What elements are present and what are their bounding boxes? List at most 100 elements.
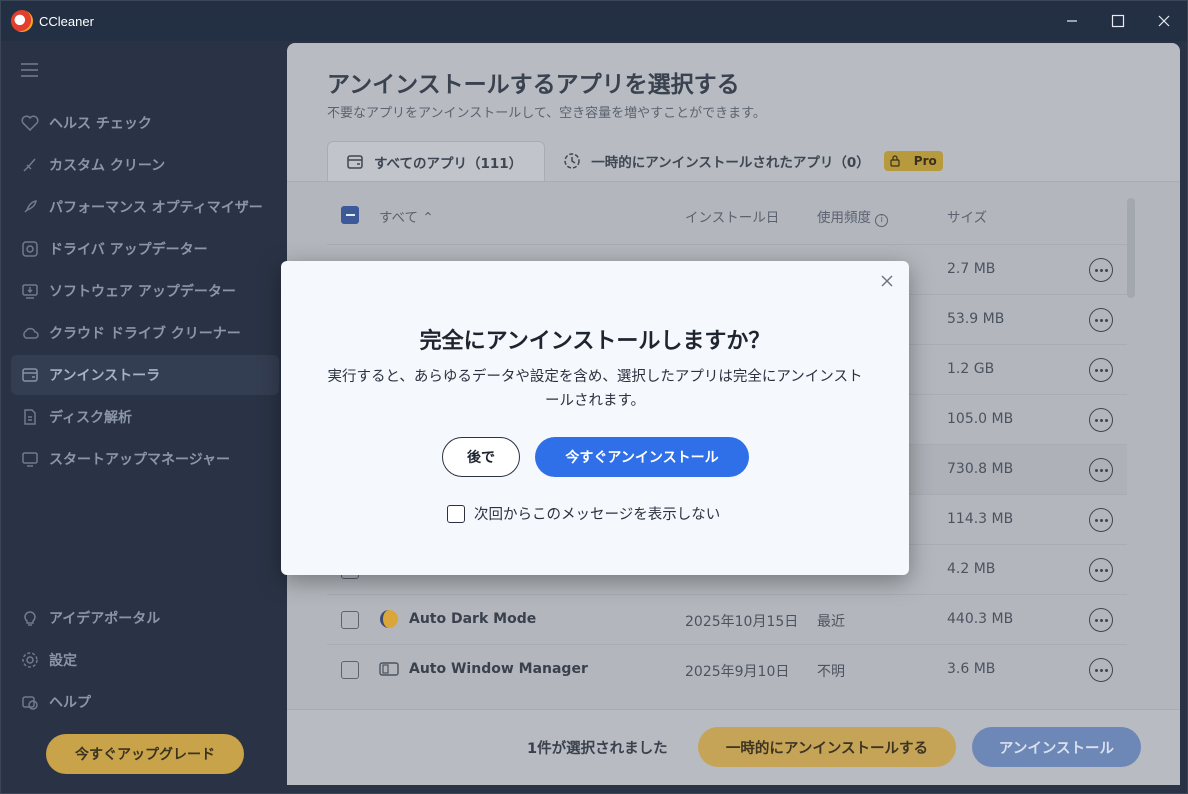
- pro-badge-label: Pro: [913, 154, 937, 168]
- tab-temporarily-uninstalled[interactable]: 一時的にアンインストールされたアプリ（0） Pro: [545, 141, 965, 181]
- sidebar: ヘルス チェック カスタム クリーン パフォーマンス オプティマイザー ドライバ…: [1, 41, 287, 793]
- maximize-button[interactable]: [1095, 1, 1141, 41]
- more-options-button[interactable]: [1089, 408, 1113, 432]
- more-options-button[interactable]: [1089, 258, 1113, 282]
- sidebar-item-label: アイデアポータル: [49, 611, 161, 627]
- temporary-uninstall-button[interactable]: 一時的にアンインストールする: [698, 727, 956, 767]
- table-header: すべて ⌃ インストール日 使用頻度 i サイズ: [327, 196, 1127, 236]
- more-options-button[interactable]: [1089, 308, 1113, 332]
- cloud-icon: [20, 323, 40, 343]
- sidebar-item-label: ディスク解析: [49, 410, 133, 426]
- row-size: 4.2 MB: [947, 561, 996, 577]
- row-checkbox[interactable]: [341, 661, 359, 679]
- close-icon: [881, 275, 893, 287]
- sidebar-item-idea-portal[interactable]: アイデアポータル: [11, 598, 279, 638]
- tab-label: すべてのアプリ（111）: [374, 155, 523, 172]
- sort-asc-icon: ⌃: [422, 210, 434, 226]
- row-size: 730.8 MB: [947, 461, 1014, 477]
- sidebar-bottom-nav: アイデアポータル 設定 ヘルプ: [11, 598, 279, 724]
- row-date: 2025年10月15日: [685, 614, 799, 630]
- sidebar-item-health-check[interactable]: ヘルス チェック: [11, 103, 279, 143]
- list-scrollbar[interactable]: [1127, 198, 1135, 298]
- sidebar-nav: ヘルス チェック カスタム クリーン パフォーマンス オプティマイザー ドライバ…: [11, 103, 279, 481]
- tab-all-apps[interactable]: すべてのアプリ（111）: [327, 141, 546, 181]
- sidebar-item-label: パフォーマンス オプティマイザー: [49, 200, 263, 216]
- close-button[interactable]: [1141, 1, 1187, 41]
- dialog-close-button[interactable]: [879, 273, 895, 289]
- row-size: 3.6 MB: [947, 661, 996, 677]
- sidebar-item-label: スタートアップマネージャー: [49, 452, 231, 468]
- sidebar-item-label: カスタム クリーン: [49, 158, 166, 174]
- sidebar-item-uninstaller[interactable]: アンインストーラ: [11, 355, 279, 395]
- upgrade-button[interactable]: 今すぐアップグレード: [46, 734, 244, 774]
- column-frequency[interactable]: 使用頻度 i: [817, 206, 889, 227]
- title-bar: CCleaner: [1, 1, 1187, 41]
- gear-icon: [20, 650, 40, 670]
- row-size: 2.7 MB: [947, 261, 996, 277]
- pro-badge: Pro: [883, 151, 943, 171]
- row-date: 2025年9月10日: [685, 664, 790, 680]
- close-icon: [1158, 15, 1170, 27]
- menu-icon[interactable]: [21, 63, 38, 81]
- page-title: アンインストールするアプリを選択する: [327, 72, 740, 98]
- row-size: 114.3 MB: [947, 511, 1014, 527]
- sidebar-item-disk-analysis[interactable]: ディスク解析: [11, 397, 279, 437]
- sidebar-item-help[interactable]: ヘルプ: [11, 682, 279, 722]
- sidebar-item-software-updater[interactable]: ソフトウェア アップデーター: [11, 271, 279, 311]
- brush-icon: [20, 155, 40, 175]
- sidebar-item-cloud-drive-cleaner[interactable]: クラウド ドライブ クリーナー: [11, 313, 279, 353]
- sidebar-item-label: ヘルス チェック: [49, 116, 152, 132]
- window-controls: [1049, 1, 1187, 41]
- dialog-message: 実行すると、あらゆるデータや設定を含め、選択したアプリは完全にアンインストールさ…: [327, 369, 863, 409]
- more-options-button[interactable]: [1089, 508, 1113, 532]
- row-name: Auto Window Manager: [409, 661, 588, 677]
- row-size: 440.3 MB: [947, 611, 1014, 627]
- more-options-button[interactable]: [1089, 358, 1113, 382]
- uninstall-now-button[interactable]: 今すぐアンインストール: [535, 437, 749, 477]
- sidebar-item-label: 設定: [49, 653, 77, 669]
- column-install-date[interactable]: インストール日: [685, 206, 779, 226]
- later-button[interactable]: 後で: [442, 437, 520, 477]
- minimize-icon: [1067, 20, 1077, 22]
- column-all[interactable]: すべて ⌃: [379, 206, 434, 226]
- window-title: CCleaner: [39, 13, 94, 29]
- page-subtitle: 不要なアプリをアンインストールして、空き容量を増やすことができます。: [327, 106, 766, 121]
- row-checkbox[interactable]: [341, 611, 359, 629]
- rocket-icon: [20, 197, 40, 217]
- table-row[interactable]: Auto Dark Mode 2025年10月15日 最近 440.3 MB: [327, 594, 1127, 644]
- dont-show-again-checkbox[interactable]: [447, 504, 465, 523]
- more-options-button[interactable]: [1089, 658, 1113, 682]
- column-size[interactable]: サイズ: [947, 206, 987, 226]
- auto-window-manager-app-icon: [379, 662, 399, 676]
- table-row[interactable]: Auto Window Manager 2025年9月10日 不明 3.6 MB: [327, 644, 1127, 694]
- tab-label: 一時的にアンインストールされたアプリ（0）: [591, 155, 870, 171]
- more-options-button[interactable]: [1089, 608, 1113, 632]
- uninstall-button[interactable]: アンインストール: [972, 727, 1141, 767]
- sidebar-item-label: ドライバ アップデーター: [49, 242, 208, 258]
- confirm-uninstall-dialog: 完全にアンインストールしますか？ 実行すると、あらゆるデータや設定を含め、選択し…: [281, 261, 909, 575]
- info-icon: i: [875, 214, 889, 227]
- more-options-button[interactable]: [1089, 558, 1113, 582]
- sidebar-item-startup-manager[interactable]: スタートアップマネージャー: [11, 439, 279, 479]
- auto-dark-mode-app-icon: [380, 610, 398, 628]
- sidebar-item-performance-optimizer[interactable]: パフォーマンス オプティマイザー: [11, 187, 279, 227]
- software-update-icon: [20, 281, 40, 301]
- apps-list-icon: [347, 154, 363, 169]
- dont-show-again-label: 次回からこのメッセージを表示しない: [474, 507, 721, 523]
- sidebar-item-custom-clean[interactable]: カスタム クリーン: [11, 145, 279, 185]
- more-options-button[interactable]: [1089, 458, 1113, 482]
- driver-icon: [20, 239, 40, 259]
- monitor-icon: [20, 449, 40, 469]
- maximize-icon: [1111, 14, 1125, 28]
- sidebar-item-driver-updater[interactable]: ドライバ アップデーター: [11, 229, 279, 269]
- heart-icon: [20, 113, 40, 133]
- ccleaner-logo-icon: [11, 10, 33, 32]
- select-all-checkbox[interactable]: [341, 206, 359, 224]
- row-frequency: 最近: [817, 614, 845, 630]
- app-window: CCleaner ヘルス チェック カスタム クリーン パフォーマンス オプティ…: [0, 0, 1188, 794]
- sidebar-item-settings[interactable]: 設定: [11, 640, 279, 680]
- row-size: 105.0 MB: [947, 411, 1014, 427]
- minimize-button[interactable]: [1049, 1, 1095, 41]
- row-size: 53.9 MB: [947, 311, 1005, 327]
- dont-show-again-option[interactable]: 次回からこのメッセージを表示しない: [447, 503, 720, 524]
